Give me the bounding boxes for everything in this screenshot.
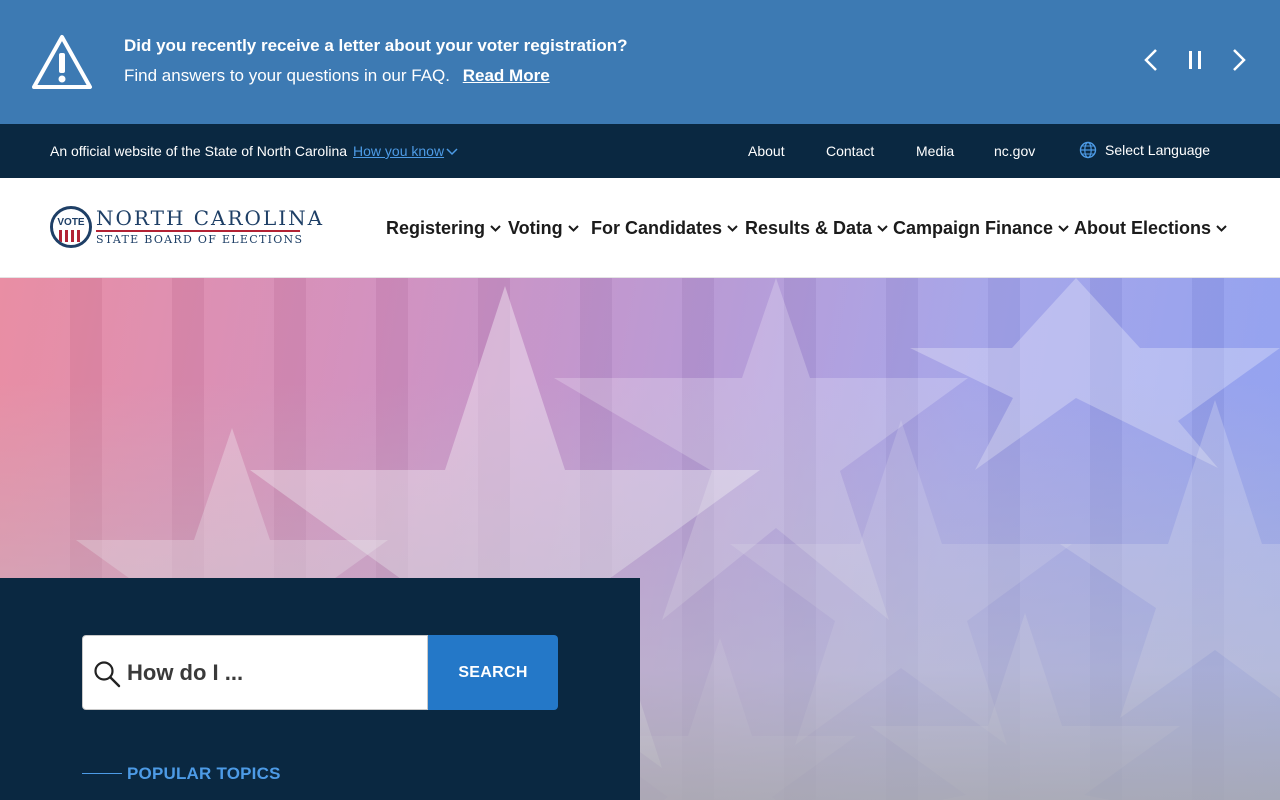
seal-stripes bbox=[59, 230, 83, 242]
nav-label: Voting bbox=[508, 217, 563, 238]
alert-message: Find answers to your questions in our FA… bbox=[124, 66, 550, 86]
pause-icon bbox=[1189, 51, 1201, 69]
nav-campaign-finance[interactable]: Campaign Finance bbox=[893, 216, 1069, 240]
read-more-link[interactable]: Read More bbox=[463, 66, 550, 85]
vote-seal-logo: VOTE bbox=[50, 206, 92, 248]
utility-link-contact[interactable]: Contact bbox=[826, 143, 874, 159]
popular-topics-rule bbox=[82, 773, 122, 774]
search-icon bbox=[94, 661, 121, 688]
search-panel: SEARCH POPULAR TOPICS bbox=[0, 578, 640, 800]
chevron-down-icon bbox=[490, 224, 501, 232]
chevron-down-icon bbox=[727, 224, 738, 232]
search-button[interactable]: SEARCH bbox=[428, 635, 558, 710]
search-field bbox=[82, 635, 428, 710]
chevron-right-icon bbox=[1233, 49, 1246, 71]
alert-banner: Did you recently receive a letter about … bbox=[0, 0, 1280, 124]
site-logo[interactable]: VOTE NORTH CAROLINA STATE BOARD OF ELECT… bbox=[50, 206, 322, 250]
chevron-down-icon bbox=[567, 224, 579, 232]
pause-alert-button[interactable] bbox=[1180, 44, 1210, 76]
nav-about-elections[interactable]: About Elections bbox=[1074, 216, 1227, 240]
globe-icon bbox=[1079, 141, 1097, 159]
previous-alert-button[interactable] bbox=[1136, 44, 1166, 76]
chevron-down-icon bbox=[1216, 224, 1227, 232]
site-header: VOTE NORTH CAROLINA STATE BOARD OF ELECT… bbox=[0, 178, 1280, 278]
nav-label: Results & Data bbox=[745, 217, 873, 238]
nav-label: For Candidates bbox=[591, 217, 723, 238]
select-language-button[interactable]: Select Language bbox=[1079, 141, 1210, 159]
alert-body-text: Find answers to your questions in our FA… bbox=[124, 66, 450, 85]
chevron-down-icon bbox=[877, 224, 888, 232]
nav-for-candidates[interactable]: For Candidates bbox=[591, 216, 738, 240]
utility-link-media[interactable]: Media bbox=[916, 143, 954, 159]
chevron-down-icon bbox=[446, 148, 458, 156]
chevron-left-icon bbox=[1144, 49, 1157, 71]
search-input[interactable] bbox=[127, 636, 423, 709]
utility-bar: An official website of the State of Nort… bbox=[0, 124, 1280, 178]
how-you-know-toggle[interactable]: How you know bbox=[353, 143, 458, 159]
nav-label: About Elections bbox=[1074, 217, 1212, 238]
warning-icon bbox=[32, 35, 92, 89]
nav-registering[interactable]: Registering bbox=[386, 216, 501, 240]
logo-agency-name: STATE BOARD OF ELECTIONS bbox=[96, 233, 304, 246]
utility-link-about[interactable]: About bbox=[748, 143, 785, 159]
select-language-label: Select Language bbox=[1105, 142, 1211, 158]
seal-text: VOTE bbox=[53, 217, 89, 228]
logo-state-name: NORTH CAROLINA bbox=[96, 206, 325, 230]
official-website-notice: An official website of the State of Nort… bbox=[50, 143, 458, 159]
alert-title: Did you recently receive a letter about … bbox=[124, 36, 628, 55]
chevron-down-icon bbox=[1058, 224, 1069, 232]
next-alert-button[interactable] bbox=[1224, 44, 1254, 76]
official-text: An official website of the State of Nort… bbox=[50, 143, 348, 159]
nav-label: Campaign Finance bbox=[893, 217, 1054, 238]
nav-voting[interactable]: Voting bbox=[508, 216, 579, 240]
utility-link-ncgov[interactable]: nc.gov bbox=[994, 143, 1035, 159]
nav-label: Registering bbox=[386, 217, 486, 238]
popular-topics-heading: POPULAR TOPICS bbox=[127, 764, 281, 783]
nav-results-data[interactable]: Results & Data bbox=[745, 216, 888, 240]
logo-divider bbox=[96, 230, 300, 232]
how-you-know-label: How you know bbox=[353, 143, 445, 159]
